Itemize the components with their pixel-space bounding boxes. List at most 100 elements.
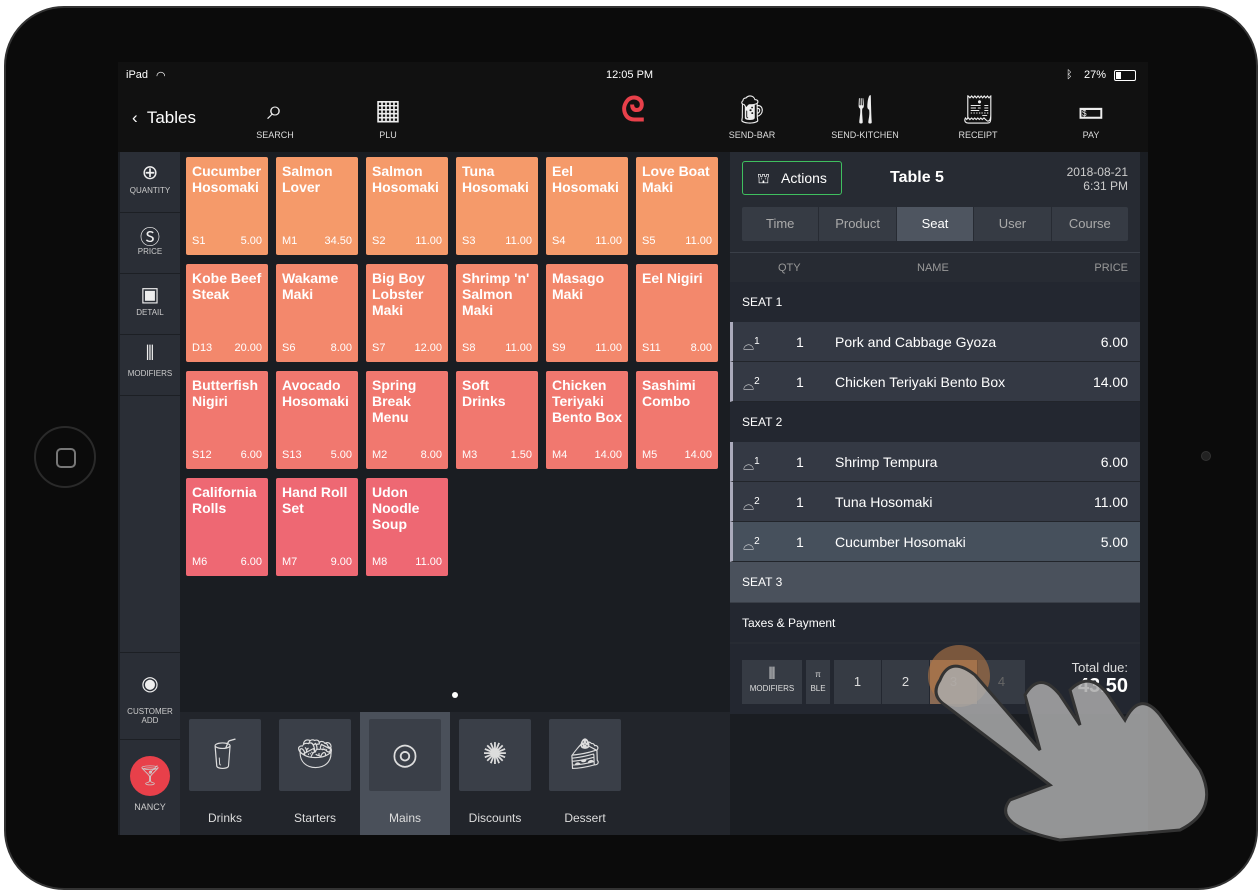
category-dessert[interactable]: 🍰︎ Dessert xyxy=(540,712,630,835)
product-name: Cucumber Hosomaki xyxy=(192,163,262,195)
product-tile[interactable]: California Rolls M6 6.00 xyxy=(186,478,268,576)
product-price: 8.00 xyxy=(690,342,712,354)
product-tile[interactable]: Soft Drinks M3 1.50 xyxy=(456,371,538,469)
category-label: Dessert xyxy=(564,811,606,825)
line-qty: 1 xyxy=(796,494,804,510)
price-label: PRICE xyxy=(137,247,163,256)
tab-product[interactable]: Product xyxy=(819,207,897,241)
seat-header[interactable]: SEAT 3 xyxy=(730,562,1140,602)
salt-pepper-icon: ⫴ xyxy=(145,343,155,365)
product-tile[interactable]: Wakame Maki S6 8.00 xyxy=(276,264,358,362)
product-tile[interactable]: Shrimp 'n' Salmon Maki S8 11.00 xyxy=(456,264,538,362)
pay-button[interactable]: 💵︎ PAY xyxy=(1046,90,1136,140)
product-tile[interactable]: Butterfish Nigiri S12 6.00 xyxy=(186,371,268,469)
product-tile[interactable]: Chicken Teriyaki Bento Box M4 14.00 xyxy=(546,371,628,469)
detail-button[interactable]: ▣ DETAIL xyxy=(120,274,180,335)
product-name: Love Boat Maki xyxy=(642,163,710,195)
category-drinks[interactable]: 🥤︎ Drinks xyxy=(180,712,270,835)
quantity-button[interactable]: ⊕ QUANTITY xyxy=(120,152,180,213)
line-price: 5.00 xyxy=(1100,534,1128,550)
line-price: 11.00 xyxy=(1094,494,1128,510)
product-tile[interactable]: Cucumber Hosomaki S1 5.00 xyxy=(186,157,268,255)
modifiers-footer-button[interactable]: ⫴ MODIFIERS xyxy=(742,660,802,704)
product-tile[interactable]: Spring Break Menu M2 8.00 xyxy=(366,371,448,469)
line-qty: 1 xyxy=(796,454,804,470)
hand-pointer-overlay xyxy=(934,664,1209,842)
product-name: Shrimp 'n' Salmon Maki xyxy=(462,270,530,318)
seat-2-button[interactable]: 2 xyxy=(882,660,929,704)
order-line[interactable]: ⌓2 1 Cucumber Hosomaki 5.00 xyxy=(730,522,1140,562)
product-code: S12 xyxy=(192,449,212,461)
modifiers-label: MODIFIERS xyxy=(127,369,173,378)
product-tile[interactable]: Love Boat Maki S5 11.00 xyxy=(636,157,718,255)
product-code: S7 xyxy=(372,342,386,354)
receipt-button[interactable]: 🧾︎ RECEIPT xyxy=(933,90,1023,140)
price-button[interactable]: Ⓢ PRICE xyxy=(120,213,180,274)
product-tile[interactable]: Tuna Hosomaki S3 11.00 xyxy=(456,157,538,255)
tab-course[interactable]: Course xyxy=(1052,207,1128,241)
tab-time[interactable]: Time xyxy=(742,207,820,241)
product-tile[interactable]: Kobe Beef Steak D13 20.00 xyxy=(186,264,268,362)
product-code: M1 xyxy=(282,235,298,247)
category-mains[interactable]: ◎ Mains xyxy=(360,712,450,835)
product-code: M8 xyxy=(372,556,388,568)
table-seat-button[interactable]: π BLE xyxy=(806,660,830,704)
course-number: 2 xyxy=(754,496,760,507)
back-to-tables-button[interactable]: ‹ Tables xyxy=(132,108,196,128)
product-tile[interactable]: Avocado Hosomaki S13 5.00 xyxy=(276,371,358,469)
product-price: 6.00 xyxy=(240,449,262,461)
category-discounts[interactable]: ✺ Discounts xyxy=(450,712,540,835)
search-button[interactable]: ⌕ SEARCH xyxy=(230,90,320,140)
receipt-label: RECEIPT xyxy=(958,130,998,140)
product-tile[interactable]: Salmon Lover M1 34.50 xyxy=(276,157,358,255)
modifiers-button[interactable]: ⫴ MODIFIERS xyxy=(120,335,180,396)
plate-icon: ◎ xyxy=(369,719,441,791)
product-tile[interactable]: Hand Roll Set M7 9.00 xyxy=(276,478,358,576)
page-indicator[interactable] xyxy=(452,692,458,698)
product-tile[interactable]: Salmon Hosomaki S2 11.00 xyxy=(366,157,448,255)
line-name: Cucumber Hosomaki xyxy=(835,534,966,550)
product-code: S3 xyxy=(462,235,476,247)
order-time: 6:31 PM xyxy=(1083,179,1128,193)
product-tile[interactable]: Eel Hosomaki S4 11.00 xyxy=(546,157,628,255)
product-name: Chicken Teriyaki Bento Box xyxy=(552,377,622,425)
product-tile[interactable]: Sashimi Combo M5 14.00 xyxy=(636,371,718,469)
category-starters[interactable]: 🥗︎ Starters xyxy=(270,712,360,835)
order-line[interactable]: ⌓2 1 Tuna Hosomaki 11.00 xyxy=(730,482,1140,522)
product-name: Kobe Beef Steak xyxy=(192,270,262,302)
send-bar-button[interactable]: 🍺︎ SEND-BAR xyxy=(707,90,797,140)
send-kitchen-label: SEND-KITCHEN xyxy=(831,130,899,140)
user-nancy[interactable]: 🍸︎ NANCY xyxy=(120,744,180,835)
customer-add-label: CUSTOMER ADD xyxy=(127,707,173,725)
plu-button[interactable]: ▦ PLU xyxy=(343,90,433,140)
customer-add-button[interactable]: ◉ CUSTOMER ADD xyxy=(120,652,180,740)
col-name: NAME xyxy=(917,262,949,274)
battery-icon xyxy=(1114,70,1136,81)
seat-1-button[interactable]: 1 xyxy=(834,660,881,704)
col-qty: QTY xyxy=(778,262,801,274)
course-number: 1 xyxy=(754,336,760,347)
course-cloche-icon: ⌓1 xyxy=(743,456,760,473)
cash-icon: 💵︎ xyxy=(1078,94,1104,125)
seat-header[interactable]: SEAT 2 xyxy=(730,402,1140,442)
home-button[interactable] xyxy=(34,426,96,488)
seat-header[interactable]: SEAT 1 xyxy=(730,282,1140,322)
product-tile[interactable]: Masago Maki S9 11.00 xyxy=(546,264,628,362)
tab-seat[interactable]: Seat xyxy=(896,207,975,241)
order-line[interactable]: ⌓2 1 Chicken Teriyaki Bento Box 14.00 xyxy=(730,362,1140,402)
actions-button[interactable]: ⛫ Actions xyxy=(742,161,842,195)
pay-label: PAY xyxy=(1082,130,1100,140)
product-code: M5 xyxy=(642,449,658,461)
order-line[interactable]: ⌓1 1 Pork and Cabbage Gyoza 6.00 xyxy=(730,322,1140,362)
product-name: California Rolls xyxy=(192,484,257,516)
order-line[interactable]: ⌓1 1 Shrimp Tempura 6.00 xyxy=(730,442,1140,482)
product-tile[interactable]: Eel Nigiri S11 8.00 xyxy=(636,264,718,362)
product-code: S13 xyxy=(282,449,302,461)
taxes-payment-row[interactable]: Taxes & Payment xyxy=(730,602,1140,642)
tab-user[interactable]: User xyxy=(974,207,1052,241)
category-label: Starters xyxy=(293,811,336,825)
product-name: Salmon Hosomaki xyxy=(372,163,439,195)
send-kitchen-button[interactable]: 🍴︎ SEND-KITCHEN xyxy=(820,90,910,140)
product-tile[interactable]: Big Boy Lobster Maki S7 12.00 xyxy=(366,264,448,362)
product-tile[interactable]: Udon Noodle Soup M8 11.00 xyxy=(366,478,448,576)
